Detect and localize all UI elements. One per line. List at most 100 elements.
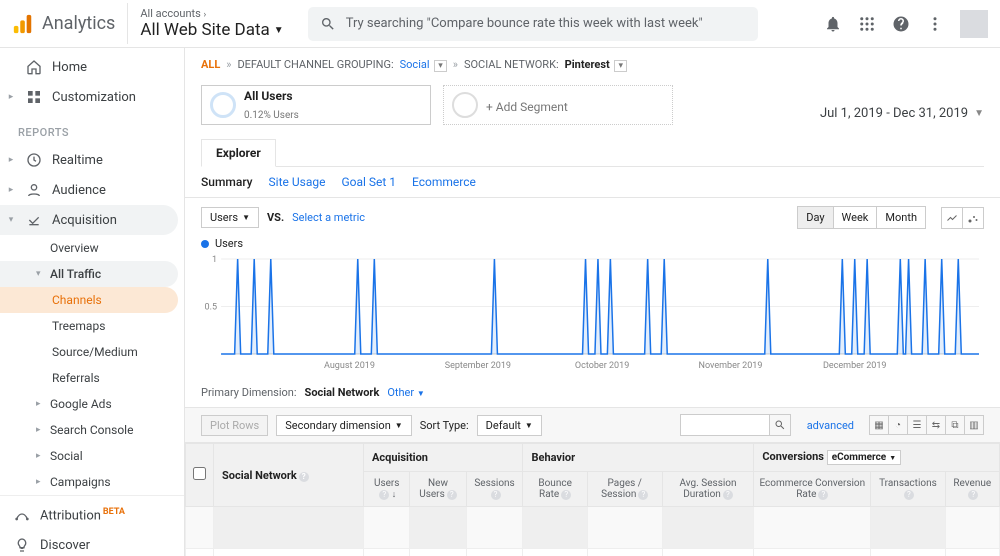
view-term-cloud-icon[interactable]: ⧉ <box>945 415 965 435</box>
conversion-type-select[interactable]: eCommerce ▼ <box>827 450 901 465</box>
sidebar-channels[interactable]: Channels <box>0 287 178 313</box>
sidebar-all-traffic[interactable]: ▾All Traffic <box>0 261 178 287</box>
sidebar-home[interactable]: Home <box>0 52 178 82</box>
sidebar-audience[interactable]: ▸Audience <box>0 175 178 205</box>
apps-icon[interactable] <box>858 15 876 33</box>
time-day[interactable]: Day <box>797 206 833 229</box>
sidebar-referrals[interactable]: Referrals <box>0 365 178 391</box>
chart-type-motion-icon[interactable] <box>962 207 984 229</box>
main-content: ALL » DEFAULT CHANNEL GROUPING: Social ▾… <box>185 48 1000 556</box>
view-pivot-icon[interactable]: ▥ <box>964 415 984 435</box>
bulb-icon <box>14 537 30 553</box>
svg-text:August 2019: August 2019 <box>324 361 375 371</box>
metric-primary-select[interactable]: Users ▼ <box>201 207 259 228</box>
col-ecr[interactable]: Ecommerce Conversion Rate? <box>754 472 871 507</box>
col-avg-dur[interactable]: Avg. Session Duration? <box>662 472 754 507</box>
tab-explorer[interactable]: Explorer <box>201 139 276 167</box>
subtab-goal-set-1[interactable]: Goal Set 1 <box>341 175 396 189</box>
account-picker[interactable]: All accounts › All Web Site Data ▼ <box>127 3 295 44</box>
subtab-site-usage[interactable]: Site Usage <box>269 175 326 189</box>
segment-all-users[interactable]: All Users0.12% Users <box>201 85 431 125</box>
search-icon <box>774 419 786 431</box>
avatar[interactable] <box>960 10 988 38</box>
col-trans[interactable]: Transactions? <box>871 472 945 507</box>
top-actions <box>824 10 988 38</box>
dimension-breadcrumb: ALL » DEFAULT CHANNEL GROUPING: Social ▾… <box>185 48 1000 77</box>
acquisition-icon <box>26 212 42 228</box>
other-dimension-link[interactable]: Other ▼ <box>387 386 424 399</box>
segment-empty-circle-icon <box>452 92 478 118</box>
view-comparison-icon[interactable]: ⇆ <box>926 415 946 435</box>
subtab-ecommerce[interactable]: Ecommerce <box>412 175 476 189</box>
clock-icon <box>26 152 42 168</box>
product-name: Analytics <box>42 13 115 34</box>
svg-text:0.5: 0.5 <box>205 303 218 313</box>
help-icon[interactable] <box>892 15 910 33</box>
table-search-button[interactable] <box>769 414 791 436</box>
reports-label: REPORTS <box>0 116 184 145</box>
sidebar-campaigns[interactable]: ▸Campaigns <box>0 469 178 495</box>
table-view-icons: ▦ ◔ ☰ ⇆ ⧉ ▥ <box>870 415 984 435</box>
col-rev[interactable]: Revenue? <box>945 472 999 507</box>
time-week[interactable]: Week <box>833 206 878 229</box>
chart-legend: Users <box>185 237 1000 254</box>
table-search-input[interactable] <box>680 414 770 436</box>
totals-row <box>186 507 1000 549</box>
sidebar-social[interactable]: ▸Social <box>0 443 178 469</box>
select-all-checkbox[interactable] <box>193 467 206 480</box>
sidebar-source-medium[interactable]: Source/Medium <box>0 339 178 365</box>
chart-type-line-icon[interactable] <box>941 207 963 229</box>
sidebar-overview[interactable]: Overview <box>0 235 178 261</box>
date-range-picker[interactable]: Jul 1, 2019 - Dec 31, 2019 ▼ <box>820 106 984 121</box>
time-granularity-toggle: Day Week Month <box>798 206 926 229</box>
col-pps[interactable]: Pages / Session? <box>587 472 662 507</box>
sidebar: Home ▸Customization REPORTS ▸Realtime ▸A… <box>0 48 185 556</box>
more-icon[interactable] <box>926 15 944 33</box>
advanced-link[interactable]: advanced <box>807 419 854 432</box>
segment-circle-icon <box>210 92 236 118</box>
secondary-dimension-select[interactable]: Secondary dimension ▼ <box>276 415 411 436</box>
view-pie-icon[interactable]: ◔ <box>888 415 908 435</box>
sidebar-attribution[interactable]: AttributionBETA <box>0 500 178 530</box>
segment-add[interactable]: + Add Segment <box>443 85 673 125</box>
customization-icon <box>26 89 42 105</box>
svg-text:October 2019: October 2019 <box>575 361 629 371</box>
sort-type-select[interactable]: Default ▼ <box>477 415 542 436</box>
search-bar[interactable]: Try searching "Compare bounce rate this … <box>308 7 758 41</box>
explorer-tabs: Explorer <box>201 139 984 167</box>
explorer-subtabs: Summary Site Usage Goal Set 1 Ecommerce <box>185 167 1000 198</box>
select-metric-link[interactable]: Select a metric <box>292 211 365 224</box>
sidebar-treemaps[interactable]: Treemaps <box>0 313 178 339</box>
crumb-social[interactable]: Social ▾ <box>400 58 447 71</box>
line-chart: 0.5 1 August 2019 September 2019 October 201… <box>201 254 984 374</box>
col-users[interactable]: Users? ↓ <box>364 472 410 507</box>
logo-block[interactable]: Analytics <box>12 13 127 35</box>
view-table-icon[interactable]: ▦ <box>869 415 889 435</box>
sidebar-acquisition[interactable]: ▾Acquisition <box>0 205 178 235</box>
sidebar-discover[interactable]: Discover <box>0 530 178 556</box>
primary-dimension-value[interactable]: Social Network <box>305 386 380 399</box>
sidebar-search-console[interactable]: ▸Search Console <box>0 417 178 443</box>
sidebar-realtime[interactable]: ▸Realtime <box>0 145 178 175</box>
col-bounce[interactable]: Bounce Rate? <box>523 472 587 507</box>
crumb-pinterest[interactable]: Pinterest ▾ <box>565 58 627 71</box>
subtab-summary[interactable]: Summary <box>201 175 253 189</box>
sidebar-google-ads[interactable]: ▸Google Ads <box>0 391 178 417</box>
svg-text:1: 1 <box>212 255 217 265</box>
plot-rows-button[interactable]: Plot Rows <box>201 415 268 436</box>
search-icon <box>320 16 336 32</box>
table-row[interactable]: 1. Pinterest <box>186 549 1000 556</box>
svg-text:December 2019: December 2019 <box>823 361 887 371</box>
sidebar-customization[interactable]: ▸Customization <box>0 82 178 112</box>
view-bar-icon[interactable]: ☰ <box>907 415 927 435</box>
top-bar: Analytics All accounts › All Web Site Da… <box>0 0 1000 48</box>
crumb-all[interactable]: ALL <box>201 58 220 71</box>
legend-dot-icon <box>201 240 209 248</box>
search-placeholder: Try searching "Compare bounce rate this … <box>346 16 703 31</box>
svg-text:September 2019: September 2019 <box>445 361 511 371</box>
col-sessions[interactable]: Sessions? <box>466 472 523 507</box>
col-new-users[interactable]: New Users? <box>410 472 466 507</box>
time-month[interactable]: Month <box>876 206 926 229</box>
bell-icon[interactable] <box>824 15 842 33</box>
attribution-icon <box>14 507 30 523</box>
